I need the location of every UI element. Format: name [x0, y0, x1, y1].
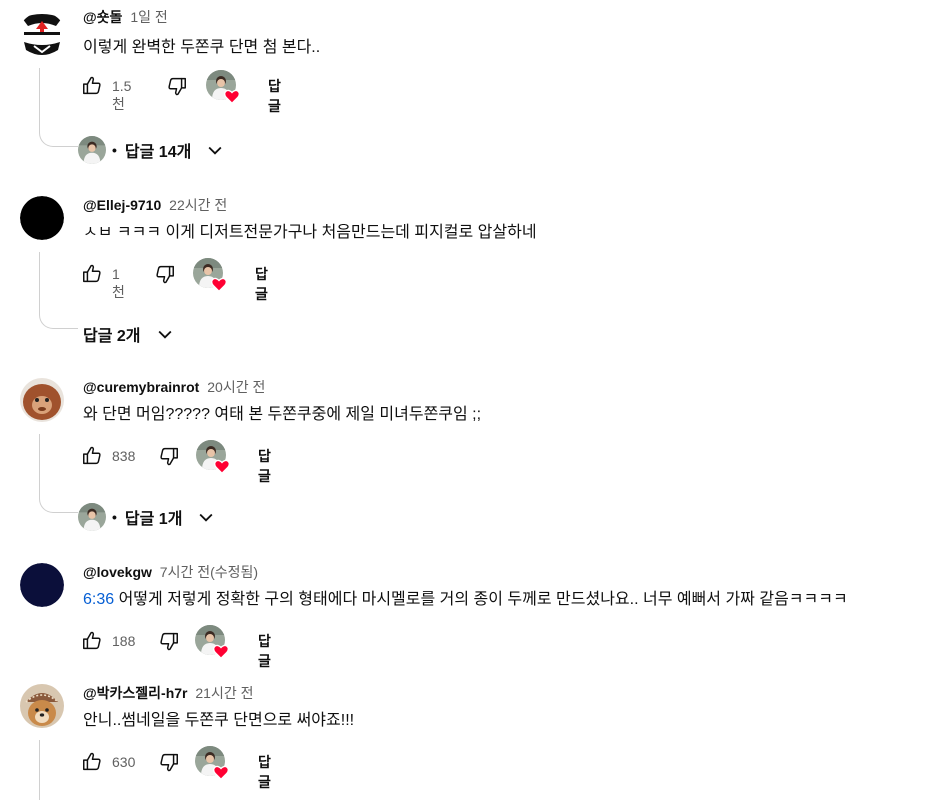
- thumbs-up-icon: [83, 631, 101, 650]
- comment-header: @박카스젤리-h7r 21시간 전: [83, 684, 254, 702]
- replies-count-label: 답글 14개: [124, 144, 192, 161]
- avatar-red-arrow-emblem-icon[interactable]: [18, 12, 66, 60]
- avatar-navy-circle-icon[interactable]: [20, 563, 64, 607]
- comment-time[interactable]: 20시간 전: [207, 379, 265, 395]
- reply-button[interactable]: 답글: [258, 631, 271, 671]
- comment-time[interactable]: 21시간 전: [195, 685, 253, 701]
- thumbs-up-icon: [83, 752, 101, 771]
- thumbs-down-icon: [160, 447, 178, 466]
- thumbs-down-icon: [160, 753, 178, 772]
- avatar-orangutan-icon[interactable]: [20, 378, 64, 422]
- separator-dot: •: [112, 142, 117, 158]
- comment-header: @Ellej-9710 22시간 전: [83, 196, 227, 214]
- thread-line: [39, 252, 78, 329]
- reply-button[interactable]: 답글: [258, 752, 271, 792]
- dislike-button[interactable]: [149, 258, 181, 290]
- creator-heart-badge: [195, 746, 229, 780]
- like-count: 1.5천: [112, 78, 132, 112]
- thread-line: [39, 740, 78, 800]
- chevron-down-icon: [196, 507, 216, 527]
- separator-dot: •: [112, 509, 117, 525]
- comment-text: 6:36 어떻게 저렇게 정확한 구의 형태에다 마시멜로를 거의 종이 두께로…: [83, 589, 848, 611]
- dislike-button[interactable]: [153, 625, 185, 657]
- comment-time[interactable]: 1일 전: [130, 9, 167, 25]
- author-name[interactable]: @박카스젤리-h7r: [83, 685, 188, 701]
- reply-button[interactable]: 답글: [268, 76, 281, 116]
- comment-text: ㅅㅂ ㅋㅋㅋ 이게 디저트전문가구나 처음만드는데 피지컬로 압살하네: [83, 224, 537, 241]
- view-replies-button[interactable]: • 답글 1개: [78, 501, 216, 533]
- thumbs-down-icon: [168, 77, 186, 96]
- thumbs-down-icon: [156, 265, 174, 284]
- like-button[interactable]: [76, 70, 108, 102]
- thread-line: [39, 434, 78, 513]
- comment-time[interactable]: 7시간 전(수정됨): [160, 564, 258, 580]
- comment-body: 어떻게 저렇게 정확한 구의 형태에다 마시멜로를 거의 종이 두께로 만드셨나…: [114, 591, 848, 608]
- like-count: 1천: [112, 266, 125, 300]
- like-count: 188: [112, 633, 136, 649]
- creator-heart-badge: [206, 70, 240, 104]
- thumbs-up-icon: [83, 446, 101, 465]
- like-button[interactable]: [76, 440, 108, 472]
- like-button[interactable]: [76, 625, 108, 657]
- comment-text: 와 단면 머임????? 여태 본 두쫀쿠중에 제일 미녀두쫀쿠임 ;;: [83, 406, 482, 423]
- creator-avatar-icon: [78, 503, 106, 531]
- replies-count-label: 답글 2개: [83, 328, 141, 345]
- chevron-down-icon: [155, 324, 175, 344]
- author-name[interactable]: @curemybrainrot: [83, 379, 199, 395]
- comment-text: 이렇게 완벽한 두쫀쿠 단면 첨 본다..: [83, 39, 321, 56]
- creator-heart-icon: [214, 459, 230, 474]
- thumbs-up-icon: [83, 76, 101, 95]
- comment-header: @curemybrainrot 20시간 전: [83, 378, 265, 396]
- like-button[interactable]: [76, 258, 108, 290]
- creator-avatar-icon: [78, 136, 106, 164]
- view-replies-button[interactable]: 답글 2개: [83, 318, 175, 350]
- replies-count-label: 답글 1개: [124, 511, 183, 528]
- avatar-black-circle-icon[interactable]: [20, 196, 64, 240]
- creator-heart-badge: [193, 258, 227, 292]
- dislike-button[interactable]: [153, 746, 185, 778]
- comment-text: 안니..썸네일을 두쫀쿠 단면으로 써야죠!!!: [83, 712, 355, 729]
- timestamp-link[interactable]: 6:36: [83, 591, 114, 608]
- author-name[interactable]: @lovekgw: [83, 564, 152, 580]
- author-name[interactable]: @숏돌: [83, 9, 122, 25]
- view-replies-button[interactable]: • 답글 14개: [78, 134, 225, 166]
- author-name[interactable]: @Ellej-9710: [83, 197, 161, 213]
- thread-line: [39, 68, 78, 147]
- thumbs-up-icon: [83, 264, 101, 283]
- creator-heart-icon: [224, 89, 240, 104]
- reply-button[interactable]: 답글: [255, 264, 268, 304]
- dislike-button[interactable]: [153, 440, 185, 472]
- comment-header: @숏돌 1일 전: [83, 8, 168, 26]
- thumbs-down-icon: [160, 632, 178, 651]
- creator-heart-icon: [211, 277, 227, 292]
- creator-heart-badge: [196, 440, 230, 474]
- comment-time[interactable]: 22시간 전: [169, 197, 227, 213]
- reply-button[interactable]: 답글: [258, 446, 271, 486]
- creator-heart-icon: [213, 644, 229, 659]
- like-count: 630: [112, 754, 136, 770]
- comment-header: @lovekgw 7시간 전(수정됨): [83, 563, 258, 581]
- creator-heart-badge: [195, 625, 229, 659]
- dislike-button[interactable]: [161, 70, 193, 102]
- avatar-dog-icon[interactable]: [20, 684, 64, 728]
- chevron-down-icon: [205, 140, 225, 160]
- like-button[interactable]: [76, 746, 108, 778]
- like-count: 838: [112, 448, 136, 464]
